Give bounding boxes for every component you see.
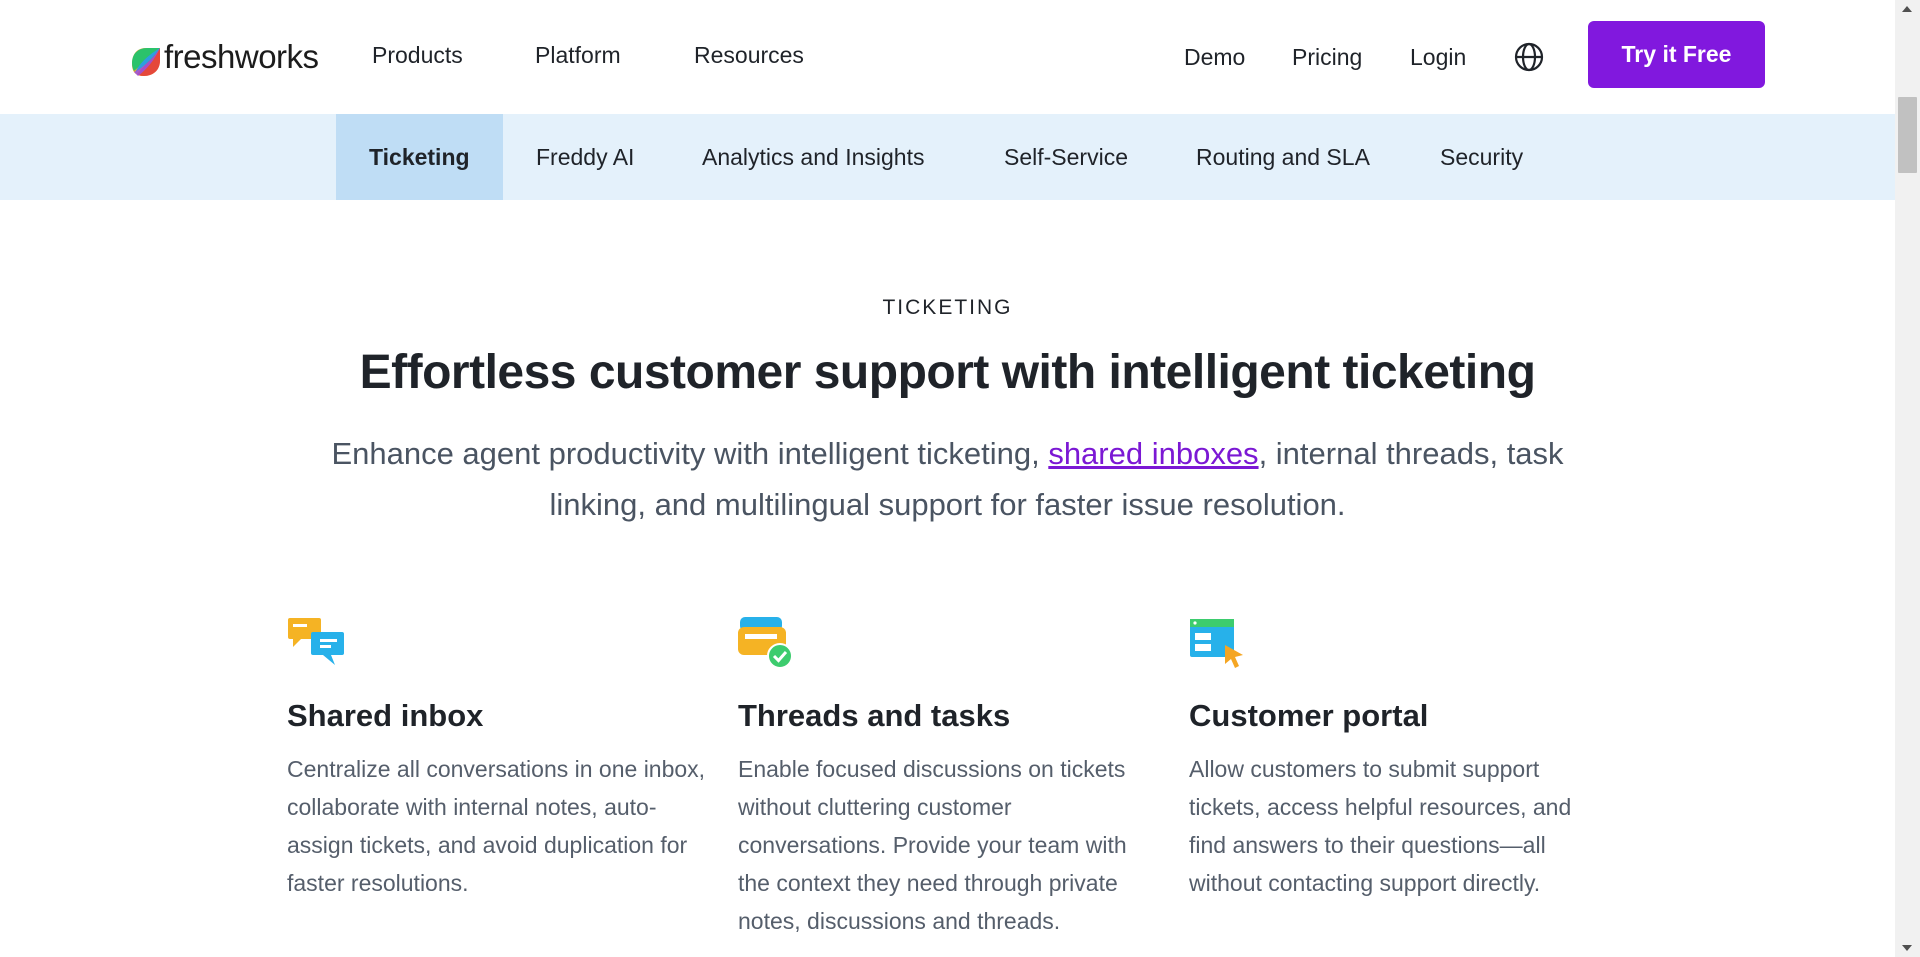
globe-icon[interactable] xyxy=(1513,41,1545,73)
tab-freddy-ai[interactable]: Freddy AI xyxy=(536,114,634,200)
freshworks-logo[interactable]: freshworks xyxy=(129,34,319,80)
tab-ticketing[interactable]: Ticketing xyxy=(336,114,503,200)
nav-platform[interactable]: Platform xyxy=(535,42,621,69)
scroll-down-icon[interactable] xyxy=(1902,945,1912,951)
scrollbar-thumb[interactable] xyxy=(1898,97,1917,173)
feature-title: Customer portal xyxy=(1189,698,1429,733)
chat-bubbles-icon xyxy=(288,618,344,665)
scroll-up-icon[interactable] xyxy=(1902,6,1912,12)
section-description: Enhance agent productivity with intellig… xyxy=(320,428,1575,530)
nav-resources[interactable]: Resources xyxy=(694,42,804,69)
logo-wordmark: freshworks xyxy=(164,38,319,75)
feature-customer-portal: Customer portal Allow customers to submi… xyxy=(1189,615,1609,902)
tab-analytics-and-insights[interactable]: Analytics and Insights xyxy=(702,114,924,200)
try-it-free-button[interactable]: Try it Free xyxy=(1588,21,1765,88)
nav-login[interactable]: Login xyxy=(1410,44,1466,71)
feature-title: Threads and tasks xyxy=(738,698,1011,733)
page-scrollbar[interactable] xyxy=(1895,0,1920,957)
feature-shared-inbox: Shared inbox Centralize all conversation… xyxy=(287,615,707,902)
tab-routing-and-sla[interactable]: Routing and SLA xyxy=(1196,114,1370,200)
page-title: Effortless customer support with intelli… xyxy=(359,346,1536,399)
tasks-check-icon xyxy=(738,617,793,669)
portal-cursor-icon xyxy=(1190,619,1243,668)
feature-title: Shared inbox xyxy=(287,698,484,733)
section-eyebrow: TICKETING xyxy=(882,296,1013,319)
feature-threads-and-tasks: Threads and tasks Enable focused discuss… xyxy=(738,615,1158,940)
top-navigation: freshworks Products Platform Resources D… xyxy=(0,0,1895,114)
shared-inboxes-link[interactable]: shared inboxes xyxy=(1048,436,1258,471)
freshworks-logo-icon xyxy=(132,48,160,76)
nav-pricing[interactable]: Pricing xyxy=(1292,44,1362,71)
tab-security[interactable]: Security xyxy=(1440,114,1523,200)
feature-subnav: Ticketing Freddy AI Analytics and Insigh… xyxy=(0,114,1895,200)
tab-self-service[interactable]: Self-Service xyxy=(1004,114,1128,200)
nav-demo[interactable]: Demo xyxy=(1184,44,1245,71)
feature-description: Centralize all conversations in one inbo… xyxy=(287,756,706,896)
feature-description: Enable focused discussions on tickets wi… xyxy=(738,756,1127,934)
nav-products[interactable]: Products xyxy=(372,42,463,69)
lede-text-start: Enhance agent productivity with intellig… xyxy=(331,436,1049,471)
feature-description: Allow customers to submit support ticket… xyxy=(1189,756,1572,896)
